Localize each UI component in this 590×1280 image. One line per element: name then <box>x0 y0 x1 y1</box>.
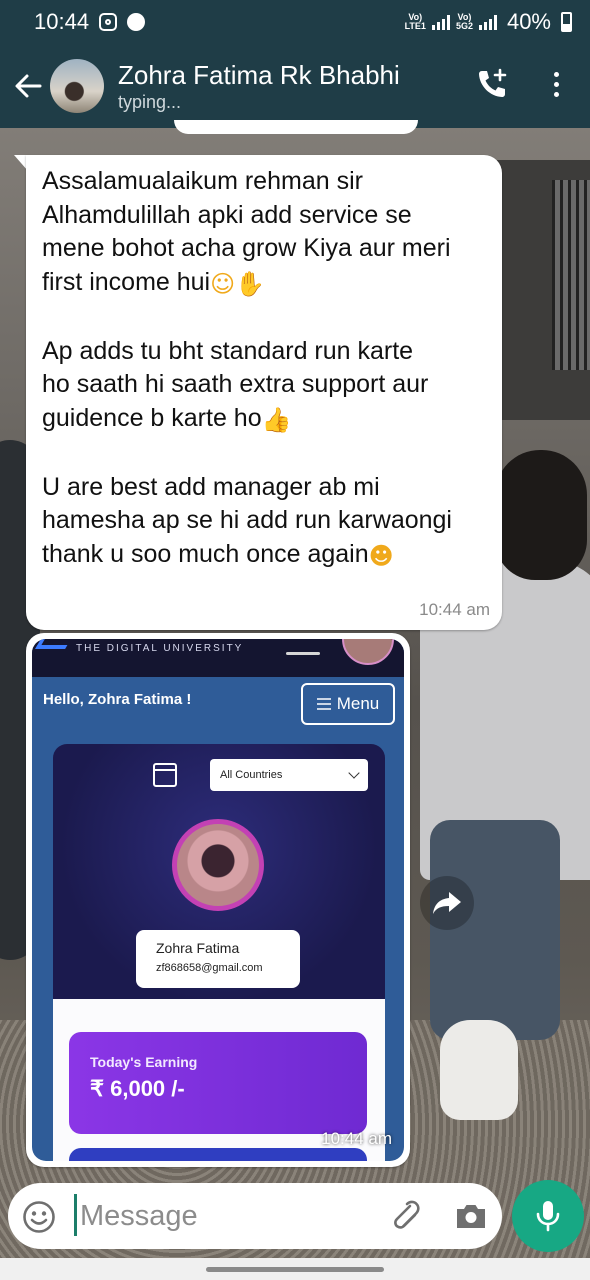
chevron-down-icon <box>348 767 360 779</box>
signal-icon-2 <box>478 14 497 30</box>
microphone-icon <box>536 1201 560 1232</box>
status-indicators: Vo) LTE1 Vo) 5G2 40% <box>405 9 572 35</box>
dot-icon <box>553 71 559 77</box>
camera-icon[interactable] <box>454 1201 488 1231</box>
message-line: guidence b karte ho <box>42 403 262 432</box>
forward-button[interactable] <box>420 876 474 930</box>
message-line: U are best add manager ab mi <box>42 472 380 501</box>
incoming-message-bubble[interactable]: Assalamualaikum rehman sir Alhamdulillah… <box>26 155 502 630</box>
message-line: Assalamualaikum rehman sir <box>42 167 363 195</box>
message-line: hamesha ap se hi add run karwaongi <box>42 506 452 534</box>
system-nav-bar <box>0 1258 590 1280</box>
network-tag-2: Vo) 5G2 <box>455 12 473 31</box>
smiling-face-icon: ☺ <box>210 269 236 298</box>
calendar-icon <box>153 763 177 787</box>
forward-icon <box>433 892 461 914</box>
thumbs-up-icon: 👍 <box>261 405 292 434</box>
text-cursor <box>74 1194 77 1236</box>
screenshot-earning-label: Today's Earning <box>90 1054 198 1070</box>
message-line: Alhamdulillah apki add service se <box>42 200 412 229</box>
wallpaper-shoe <box>440 1020 518 1120</box>
wallpaper-person-head <box>495 450 587 580</box>
dot-icon <box>553 91 559 97</box>
screenshot-namecard: Zohra Fatima zf868658@gmail.com <box>136 930 300 988</box>
emoji-icon[interactable] <box>22 1200 56 1234</box>
status-time: 10:44 <box>34 9 90 34</box>
image-message-time: 10:44 am <box>321 1129 392 1148</box>
voice-message-button[interactable] <box>512 1180 584 1252</box>
screenshot-country-value: All Countries <box>220 769 283 781</box>
contact-avatar[interactable] <box>50 59 104 113</box>
message-line: ho saath hi saath extra support aur <box>42 370 429 398</box>
message-composer <box>8 1183 502 1249</box>
network-tag-1: Vo) LTE1 <box>404 12 426 31</box>
notification-dot-icon <box>127 13 146 31</box>
screenshot-country-select: All Countries <box>210 759 368 791</box>
brand-logo-icon <box>35 639 71 649</box>
home-gesture-handle[interactable] <box>206 1267 384 1272</box>
contact-info[interactable]: Zohra Fatima Rk Bhabhi typing... <box>118 59 400 113</box>
contact-status: typing... <box>118 92 182 112</box>
screenshot-profile-email: zf868658@gmail.com <box>156 962 263 974</box>
signal-icon-1 <box>431 14 450 30</box>
shared-screenshot-image[interactable]: THE DIGITAL UNIVERSITY Hello, Zohra Fati… <box>32 639 404 1161</box>
wallpaper-grill <box>552 180 590 370</box>
hugging-face-icon: ☻ <box>368 541 394 570</box>
more-options-button[interactable] <box>538 62 574 106</box>
screenshot-next-card <box>69 1148 367 1161</box>
message-line: mene bohot acha grow Kiya aur meri <box>42 234 451 262</box>
image-message-bubble[interactable]: THE DIGITAL UNIVERSITY Hello, Zohra Fati… <box>26 633 410 1167</box>
message-line: Ap adds tu bht standard run karte <box>42 336 414 365</box>
add-call-button[interactable] <box>470 62 514 106</box>
screenshot-menu-button: Menu <box>301 683 395 725</box>
message-line: first income hui <box>42 267 211 296</box>
raised-hands-icon: ✋ <box>235 269 266 298</box>
battery-percent: 40% <box>506 9 551 34</box>
message-text: Assalamualaikum rehman sir Alhamdulillah… <box>42 165 492 573</box>
previous-message-edge <box>174 120 418 134</box>
dot-icon <box>553 81 559 87</box>
status-bar: 10:44 Vo) LTE1 Vo) 5G2 40% <box>0 0 590 44</box>
hamburger-icon <box>316 698 331 710</box>
screenshot-profile-name: Zohra Fatima <box>156 940 240 956</box>
screenshot-earning-value: ₹ 6,000 /- <box>90 1076 185 1101</box>
message-time: 10:44 am <box>419 600 490 619</box>
instagram-icon <box>99 13 118 31</box>
back-button[interactable] <box>6 64 50 108</box>
message-line: thank u soo much once again <box>42 539 369 568</box>
screenshot-profile-photo <box>172 819 264 911</box>
screenshot-earning-card: Today's Earning ₹ 6,000 /- <box>69 1032 367 1134</box>
screenshot-brand: THE DIGITAL UNIVERSITY <box>76 643 244 654</box>
battery-icon <box>561 12 572 32</box>
message-input[interactable] <box>80 1191 370 1241</box>
screenshot-handle <box>286 652 320 655</box>
back-arrow-icon <box>15 74 42 98</box>
wallpaper-person-legs <box>430 820 560 1040</box>
contact-name: Zohra Fatima Rk Bhabhi <box>118 60 400 90</box>
screenshot-greeting: Hello, Zohra Fatima ! <box>43 691 192 708</box>
paperclip-icon[interactable] <box>386 1198 422 1234</box>
phone-add-icon <box>479 68 507 97</box>
screenshot-menu-label: Menu <box>336 694 380 713</box>
chat-header: Zohra Fatima Rk Bhabhi typing... <box>0 44 590 128</box>
